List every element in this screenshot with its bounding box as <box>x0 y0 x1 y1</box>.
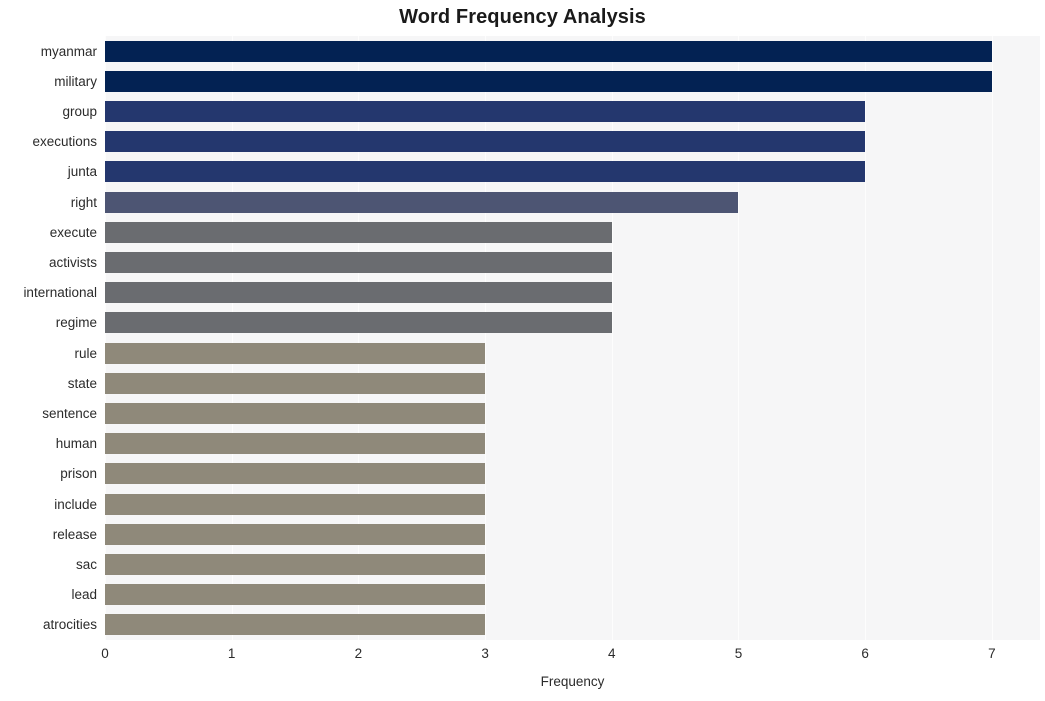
bar-military <box>105 70 992 92</box>
y-tick-label-sac: sac <box>75 557 97 572</box>
y-tick-label-sentence: sentence <box>42 406 97 421</box>
x-tick-label-4: 4 <box>608 646 616 661</box>
y-tick-label-regime: regime <box>55 315 97 331</box>
x-axis-tick-labels: 0 1 2 3 4 5 6 7 <box>0 646 1045 668</box>
y-tick-label-human: human <box>55 436 97 452</box>
y-tick-label-myanmar: myanmar <box>40 43 97 59</box>
word-frequency-chart-figure: Word Frequency Analysis myanmar military g… <box>0 0 1045 701</box>
y-axis-tick-labels: myanmar military group executions junta right… <box>0 36 97 640</box>
x-axis-title: Frequency <box>540 674 605 689</box>
x-tick-label-7: 7 <box>988 646 996 661</box>
chart-title: Word Frequency Analysis <box>399 6 646 28</box>
plot-area <box>105 36 1040 640</box>
bar-atrocities <box>105 614 486 636</box>
y-tick-label-rule: rule <box>74 345 97 361</box>
bar-execute <box>105 221 612 243</box>
bar-executions <box>105 131 866 153</box>
y-tick-label-right: right <box>70 194 97 210</box>
bar-sentence <box>105 403 486 424</box>
bar-myanmar <box>105 40 992 62</box>
y-tick-label-prison: prison <box>60 466 97 482</box>
y-tick-label-executions: executions <box>32 134 97 150</box>
x-tick-label-6: 6 <box>861 646 869 661</box>
bar-lead <box>105 584 486 606</box>
bar-group <box>105 101 866 122</box>
x-tick-label-0: 0 <box>101 646 109 661</box>
y-tick-label-junta: junta <box>67 164 97 180</box>
y-tick-label-state: state <box>67 375 97 391</box>
y-tick-label-atrocities: atrocities <box>42 617 97 633</box>
bar-human <box>105 433 486 455</box>
bar-sac <box>105 554 486 575</box>
x-tick-label-3: 3 <box>481 646 489 661</box>
bar-rule <box>105 342 486 364</box>
y-tick-label-lead: lead <box>71 587 97 603</box>
y-tick-label-execute: execute <box>49 224 97 240</box>
x-tick-label-2: 2 <box>354 646 363 661</box>
bar-regime <box>105 312 612 334</box>
bars-layer <box>105 36 1040 640</box>
bar-include <box>105 493 486 515</box>
bar-release <box>105 523 486 545</box>
x-tick-label-5: 5 <box>734 646 743 661</box>
bar-state <box>105 372 486 394</box>
y-tick-label-international: international <box>23 285 97 301</box>
bar-right <box>105 191 739 213</box>
y-tick-label-release: release <box>52 526 97 542</box>
x-tick-label-1: 1 <box>227 646 236 661</box>
y-tick-label-activists: activists <box>48 255 97 270</box>
bar-international <box>105 282 612 304</box>
y-tick-label-include: include <box>54 496 97 512</box>
bar-activists <box>105 252 612 273</box>
y-tick-label-military: military <box>54 73 97 89</box>
bar-junta <box>105 161 866 183</box>
bar-prison <box>105 463 486 485</box>
y-tick-label-group: group <box>62 104 97 119</box>
